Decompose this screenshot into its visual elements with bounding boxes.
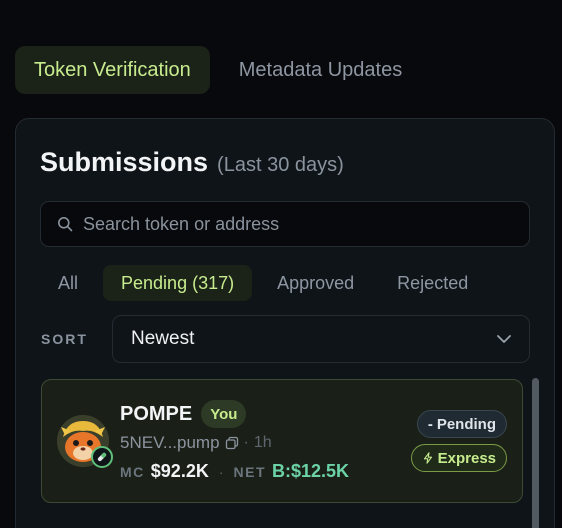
submission-age: 1h — [253, 434, 272, 451]
status-filters: All Pending (317) Approved Rejected — [40, 265, 493, 301]
filter-pending[interactable]: Pending (317) — [103, 265, 253, 301]
sort-dropdown[interactable]: Newest — [112, 315, 530, 363]
pill-badge — [91, 446, 113, 468]
pill-icon — [97, 452, 107, 462]
mc-label: MC — [120, 463, 145, 480]
tier-badge-express: Express — [410, 444, 507, 472]
search-icon — [58, 217, 73, 232]
separator-dot: · — [243, 434, 249, 451]
token-name: POMPE — [120, 402, 193, 425]
search-input[interactable] — [83, 213, 503, 235]
sort-value: Newest — [131, 328, 195, 349]
tier-text: Express — [437, 449, 496, 467]
separator-dot: · — [218, 463, 224, 480]
bullet: - — [427, 415, 433, 433]
status-text: Pending — [436, 415, 496, 433]
submissions-subtitle: (Last 30 days) — [217, 154, 344, 176]
address-row: 5NEV...pump · 1h — [120, 433, 272, 453]
chevron-down-icon — [497, 335, 511, 343]
lightning-icon — [423, 452, 432, 464]
mc-value: $92.2K — [150, 461, 209, 481]
top-tabs: Token Verification Metadata Updates — [15, 46, 421, 94]
scrollbar[interactable] — [532, 378, 539, 528]
submissions-title: Submissions — [40, 147, 209, 177]
tab-token-verification[interactable]: Token Verification — [15, 46, 210, 94]
token-address: 5NEV...pump — [120, 433, 220, 452]
filter-rejected[interactable]: Rejected — [379, 265, 486, 301]
token-name-row: POMPE You — [120, 400, 247, 428]
submission-item[interactable]: POMPE You 5NEV...pump · 1h MC $92.2K · N… — [41, 379, 523, 503]
sort-label: SORT — [41, 331, 88, 347]
stats-row: MC $92.2K · NET B:$12.5K — [120, 461, 349, 482]
tab-metadata-updates[interactable]: Metadata Updates — [220, 46, 421, 94]
filter-all[interactable]: All — [40, 265, 96, 301]
net-label: NET — [233, 463, 266, 480]
card-title: Submissions (Last 30 days) — [40, 147, 344, 178]
net-value: B:$12.5K — [272, 461, 350, 481]
filter-approved[interactable]: Approved — [259, 265, 372, 301]
submissions-card: Submissions (Last 30 days) All Pending (… — [15, 118, 555, 528]
page: Token Verification Metadata Updates Subm… — [0, 0, 562, 528]
you-badge: You — [201, 400, 247, 428]
copy-icon[interactable] — [225, 436, 239, 450]
status-badge-pending: - Pending — [416, 410, 507, 438]
search-box[interactable] — [40, 201, 530, 247]
